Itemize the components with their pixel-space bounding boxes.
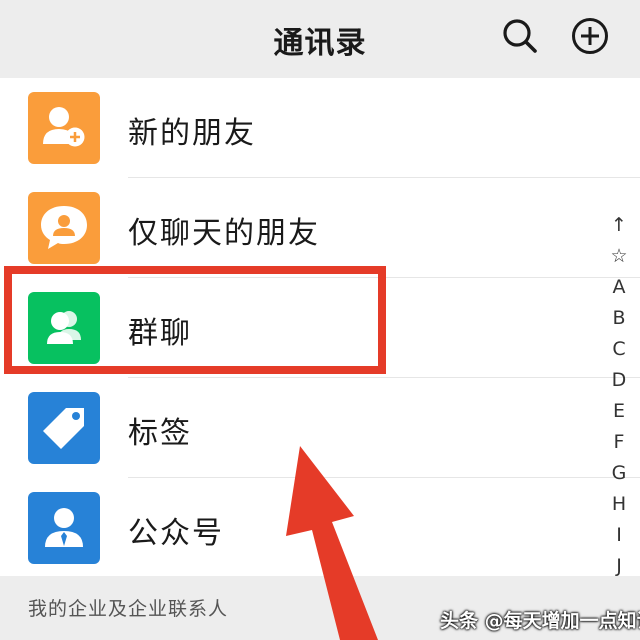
menu-item-label: 标签 [128, 416, 192, 451]
highlight-box [4, 266, 386, 374]
plus-circle-icon [572, 18, 608, 54]
menu-item-tags[interactable]: 标签 [0, 378, 640, 478]
official-account-icon [28, 492, 100, 564]
index-letter-g[interactable]: G [606, 458, 632, 489]
index-letter-f[interactable]: F [606, 427, 632, 458]
menu-item-new-friends[interactable]: 新的朋友 [0, 78, 640, 178]
menu-item-label: 新的朋友 [128, 116, 256, 151]
index-letter-e[interactable]: E [606, 396, 632, 427]
index-letter-c[interactable]: C [606, 334, 632, 365]
chat-only-friend-icon [28, 192, 100, 264]
tag-icon [28, 392, 100, 464]
index-letter-d[interactable]: D [606, 365, 632, 396]
add-friend-icon [28, 92, 100, 164]
index-letter-i[interactable]: I [606, 520, 632, 551]
menu-item-label: 公众号 [128, 516, 224, 551]
add-button[interactable] [570, 16, 610, 56]
section-title: 我的企业及企业联系人 [28, 598, 229, 620]
index-letter-a[interactable]: A [606, 272, 632, 303]
index-star[interactable]: ☆ [606, 241, 632, 272]
index-letter-h[interactable]: H [606, 489, 632, 520]
nav-bar: 通讯录 [0, 0, 640, 78]
watermark: 头条 @每天增加一点知识 [440, 610, 640, 632]
search-button[interactable] [500, 16, 540, 56]
menu-item-official-accounts[interactable]: 公众号 [0, 478, 640, 578]
page-title: 通讯录 [273, 26, 367, 61]
search-icon [503, 19, 537, 53]
index-up-arrow[interactable]: ↑ [606, 210, 632, 241]
menu-item-label: 仅聊天的朋友 [128, 216, 320, 251]
index-letter-b[interactable]: B [606, 303, 632, 334]
menu-item-chat-only-friends[interactable]: 仅聊天的朋友 [0, 178, 640, 278]
